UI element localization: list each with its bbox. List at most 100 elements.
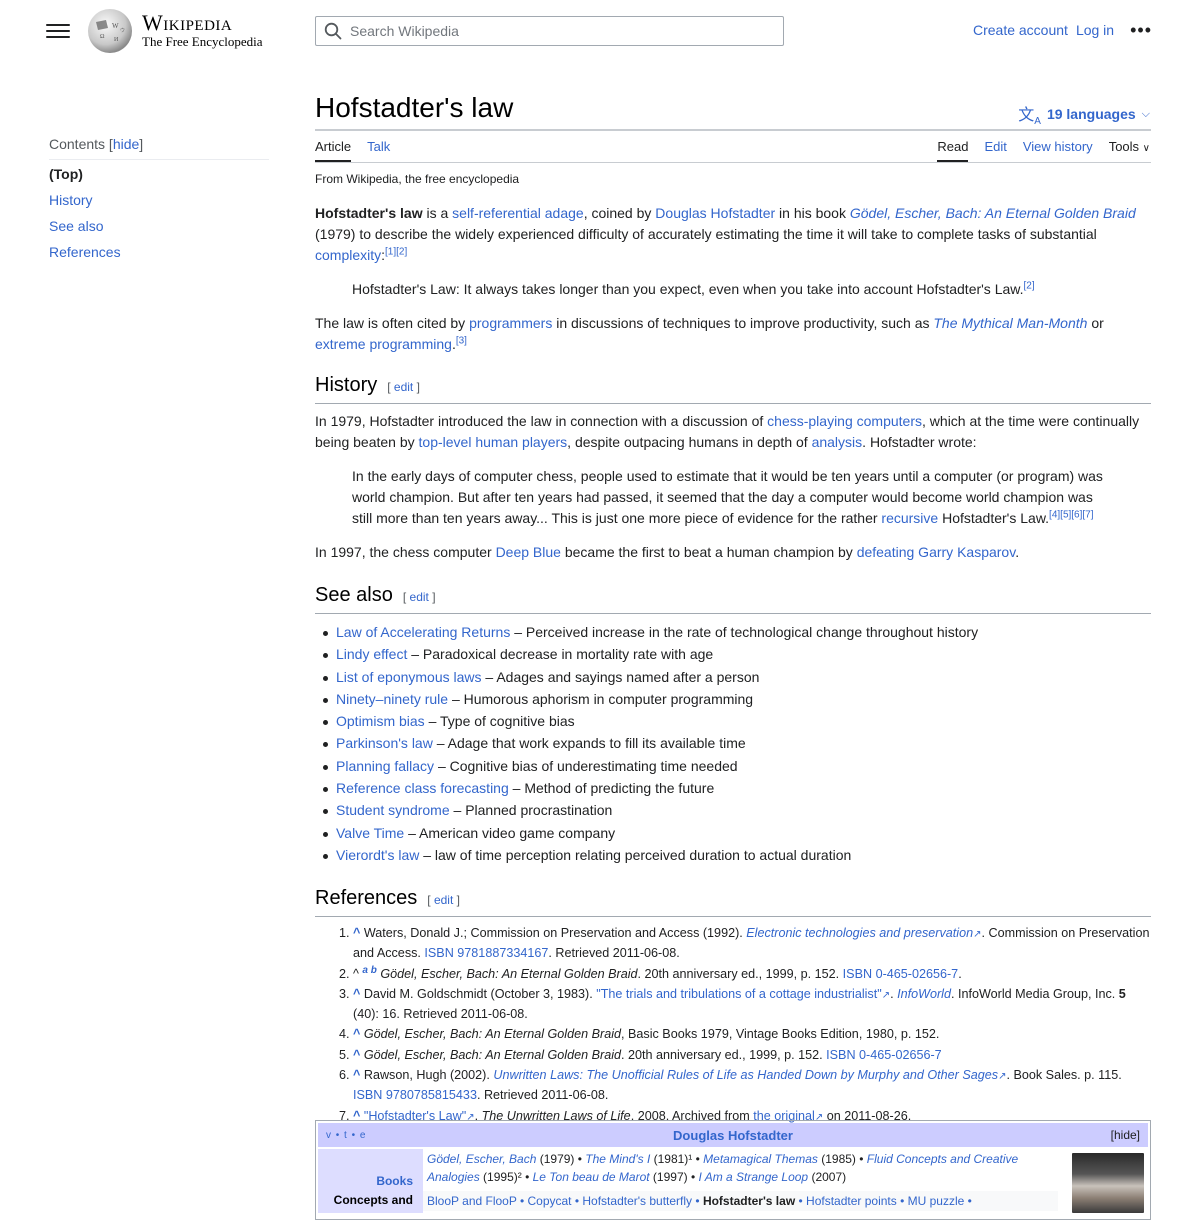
see-also-link[interactable]: Student syndrome bbox=[336, 802, 450, 818]
volume: 5 bbox=[1118, 987, 1126, 1002]
navbox-vte-links[interactable]: v • t • e bbox=[326, 1130, 366, 1141]
wikipedia-wordmark[interactable]: Wikipedia The Free Encyclopedia bbox=[142, 11, 263, 49]
link-analysis[interactable]: analysis bbox=[812, 434, 863, 450]
ellipsis-icon[interactable]: ••• bbox=[1130, 21, 1152, 39]
text: (40): 16. Retrieved 2011-06-08. bbox=[353, 1007, 528, 1022]
tools-menu[interactable]: Tools ∨ bbox=[1109, 139, 1150, 162]
search-box[interactable] bbox=[315, 16, 784, 46]
search-input[interactable] bbox=[348, 22, 748, 40]
see-also-link[interactable]: Planning fallacy bbox=[336, 758, 434, 774]
citation-link[interactable]: [1][2] bbox=[385, 246, 407, 257]
backlink-letters[interactable]: a b bbox=[362, 964, 376, 975]
citation-link[interactable]: [2] bbox=[1024, 280, 1035, 291]
backlink-caret[interactable]: ^ bbox=[353, 1068, 360, 1082]
edit-section-link[interactable]: edit bbox=[434, 893, 453, 907]
concept-links[interactable]: BlooP and FlooP • Copycat • Hofstadter's… bbox=[427, 1194, 703, 1208]
wikipedia-globe-logo[interactable]: W Ω И ウ bbox=[86, 8, 134, 54]
log-in-link[interactable]: Log in bbox=[1076, 22, 1114, 38]
book-link[interactable]: The Mind's I bbox=[585, 1152, 650, 1166]
link-extreme-programming[interactable]: extreme programming bbox=[315, 336, 452, 352]
backlink-caret[interactable]: ^ bbox=[353, 1027, 360, 1041]
paragraph: In 1997, the chess computer Deep Blue be… bbox=[315, 542, 1151, 563]
text: , despite outpacing humans in depth of bbox=[567, 434, 812, 450]
book-link[interactable]: Gödel, Escher, Bach bbox=[427, 1152, 536, 1166]
see-also-link[interactable]: Parkinson's law bbox=[336, 735, 433, 751]
link-douglas-hofstadter[interactable]: Douglas Hofstadter bbox=[655, 205, 775, 221]
link-mythical-man-month[interactable]: The Mythical Man-Month bbox=[933, 315, 1087, 331]
see-also-link[interactable]: Law of Accelerating Returns bbox=[336, 624, 510, 640]
text: In 1979, Hofstadter introduced the law i… bbox=[315, 413, 768, 429]
link-top-level-human-players[interactable]: top-level human players bbox=[419, 434, 568, 450]
concept-links[interactable]: • Hofstadter points • MU puzzle • bbox=[795, 1194, 971, 1208]
book-year: (1997) • bbox=[649, 1170, 699, 1184]
backlink-caret[interactable]: ^ bbox=[353, 1048, 360, 1062]
link-deep-blue[interactable]: Deep Blue bbox=[496, 544, 561, 560]
link-recursive[interactable]: recursive bbox=[881, 510, 938, 526]
create-account-link[interactable]: Create account bbox=[973, 22, 1068, 38]
toc-hide-link[interactable]: hide bbox=[113, 136, 139, 152]
see-also-description: – law of time perception relating percei… bbox=[419, 846, 852, 863]
tab-read[interactable]: Read bbox=[937, 139, 969, 162]
paragraph: In 1979, Hofstadter introduced the law i… bbox=[315, 411, 1151, 453]
toc-item-references[interactable]: References bbox=[49, 244, 269, 260]
book-link[interactable]: Le Ton beau de Marot bbox=[533, 1170, 650, 1184]
link-geb[interactable]: Gödel, Escher, Bach: An Eternal Golden B… bbox=[850, 205, 1136, 221]
tab-view-history[interactable]: View history bbox=[1023, 139, 1093, 162]
book-link[interactable]: I Am a Strange Loop bbox=[698, 1170, 808, 1184]
see-also-item: Valve Time – American video game company bbox=[323, 822, 1151, 844]
see-also-link[interactable]: Reference class forecasting bbox=[336, 780, 509, 796]
main-menu-button[interactable] bbox=[46, 20, 70, 42]
see-also-description: – Adages and sayings named after a perso… bbox=[481, 668, 760, 685]
backlink-caret[interactable]: ^ bbox=[353, 987, 360, 1001]
isbn-link[interactable]: ISBN 0-465-02656-7 bbox=[826, 1048, 942, 1062]
link-chess-playing-computers[interactable]: chess-playing computers bbox=[767, 413, 922, 429]
see-also-link[interactable]: Valve Time bbox=[336, 825, 404, 841]
edit-section-link[interactable]: edit bbox=[410, 590, 429, 604]
book-year: (1985) • bbox=[817, 1152, 867, 1166]
tab-talk[interactable]: Talk bbox=[367, 139, 390, 162]
navbox-title[interactable]: Douglas Hofstadter bbox=[318, 1128, 1148, 1143]
tab-article[interactable]: Article bbox=[315, 139, 352, 162]
navbox-hide-toggle[interactable]: [hide] bbox=[1111, 1128, 1140, 1142]
bold-term: Hofstadter's law bbox=[315, 205, 423, 221]
article-body: Hofstadter's law is a self-referential a… bbox=[315, 203, 1151, 1128]
see-also-link[interactable]: Vierordt's law bbox=[336, 847, 419, 863]
text: . Retrieved 2011-06-08. bbox=[548, 946, 680, 961]
see-also-link[interactable]: List of eponymous laws bbox=[336, 669, 482, 685]
isbn-link[interactable]: ISBN 9781887334167 bbox=[424, 946, 548, 960]
tab-edit[interactable]: Edit bbox=[984, 139, 1006, 162]
link-programmers[interactable]: programmers bbox=[469, 315, 552, 331]
toc-item-see-also[interactable]: See also bbox=[49, 218, 269, 234]
text: Rawson, Hugh (2002). bbox=[363, 1068, 494, 1083]
see-also-item: Law of Accelerating Returns – Perceived … bbox=[323, 621, 1151, 643]
link-complexity[interactable]: complexity bbox=[315, 247, 381, 263]
isbn-link[interactable]: ISBN 0-465-02656-7 bbox=[843, 967, 959, 981]
language-button[interactable]: 文A 19 languages ⌵ bbox=[1018, 101, 1150, 127]
see-also-link[interactable]: Optimism bias bbox=[336, 713, 425, 729]
references-list: ^ Waters, Donald J.; Commission on Prese… bbox=[315, 924, 1151, 1126]
backlink-caret[interactable]: ^ bbox=[353, 926, 360, 940]
toc-item-history[interactable]: History bbox=[49, 192, 269, 208]
citation-link[interactable]: [3] bbox=[456, 335, 467, 346]
book-year: (1995)² • bbox=[479, 1170, 533, 1184]
table-of-contents: Contents [hide] (Top) History See also R… bbox=[49, 136, 269, 260]
reference-link[interactable]: Electronic technologies and preservation bbox=[746, 926, 973, 940]
text: . Book Sales. p. 115. bbox=[1006, 1068, 1122, 1083]
text: , Basic Books 1979, Vintage Books Editio… bbox=[621, 1027, 940, 1042]
section-edit: [ edit ] bbox=[402, 590, 436, 604]
hofstadter-portrait[interactable] bbox=[1072, 1153, 1144, 1213]
book-link[interactable]: Metamagical Themas bbox=[703, 1152, 818, 1166]
reference-link[interactable]: Unwritten Laws: The Unofficial Rules of … bbox=[493, 1068, 998, 1082]
see-also-link[interactable]: Ninety–ninety rule bbox=[336, 691, 448, 707]
edit-section-link[interactable]: edit bbox=[394, 380, 413, 394]
isbn-link[interactable]: ISBN 9780785815433 bbox=[353, 1088, 477, 1102]
link-defeating-kasparov[interactable]: defeating Garry Kasparov bbox=[857, 544, 1016, 560]
see-also-link[interactable]: Lindy effect bbox=[336, 646, 407, 662]
link-self-referential-adage[interactable]: self-referential adage bbox=[452, 205, 584, 221]
toc-item-top[interactable]: (Top) bbox=[49, 166, 269, 182]
reference-link[interactable]: "The trials and tribulations of a cottag… bbox=[596, 987, 881, 1001]
publisher-link[interactable]: InfoWorld bbox=[897, 987, 951, 1001]
reference-item: ^ Waters, Donald J.; Commission on Prese… bbox=[353, 924, 1151, 963]
see-also-description: – Paradoxical decrease in mortality rate… bbox=[407, 646, 714, 663]
citation-link[interactable]: [4][5][6][7] bbox=[1049, 509, 1093, 520]
